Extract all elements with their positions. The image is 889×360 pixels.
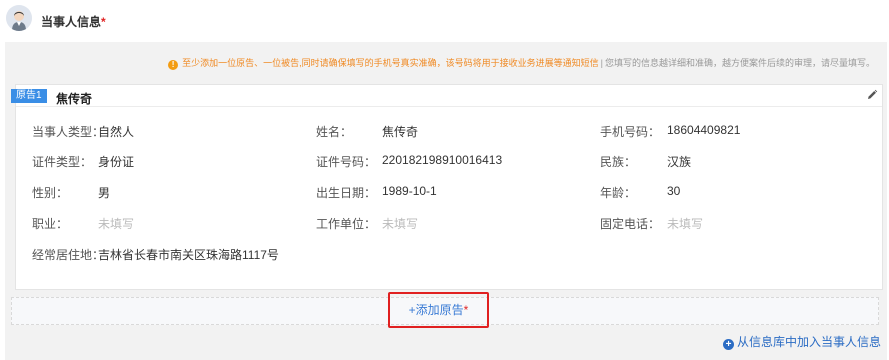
section-title: 当事人信息* [41, 13, 106, 30]
required-mark: * [101, 15, 106, 29]
section-title-text: 当事人信息 [41, 15, 102, 29]
add-plaintiff-required-mark: * [463, 303, 469, 317]
phone-value: 18604409821 [667, 123, 741, 137]
ethnicity-label: 民族： [600, 155, 637, 169]
name-label: 姓名： [316, 125, 353, 139]
notice-warning-text: 至少添加一位原告、一位被告,同时请确保填写的手机号真实准确，该号码将用于接收业务… [182, 58, 599, 68]
add-from-library-label: 从信息库中加入当事人信息 [736, 335, 881, 349]
section-header: 当事人信息* [0, 0, 889, 42]
party-type-value: 自然人 [98, 125, 135, 139]
warning-icon: ! [168, 60, 179, 70]
id-type-value: 身份证 [98, 155, 135, 169]
add-plaintiff-button[interactable]: +添加原告* [388, 292, 489, 328]
plus-circle-icon: + [722, 339, 734, 350]
add-from-library-link[interactable]: + 从信息库中加入当事人信息 [722, 333, 881, 350]
occupation-value: 未填写 [98, 217, 135, 231]
id-number-label: 证件号码： [316, 155, 377, 169]
occupation-label: 职业： [32, 217, 69, 231]
address-label: 经常居住地： [32, 248, 105, 262]
gender-value: 男 [98, 186, 111, 200]
gender-label: 性别： [32, 186, 69, 200]
birth-date-value: 1989-10-1 [382, 184, 437, 198]
id-type-label: 证件类型： [32, 155, 93, 169]
phone-label: 手机号码： [600, 125, 661, 139]
employer-value: 未填写 [382, 217, 419, 231]
age-value: 30 [667, 184, 681, 198]
birth-date-label: 出生日期： [316, 186, 377, 200]
notice-separator: | [600, 58, 603, 68]
edit-pencil-icon[interactable] [866, 89, 878, 101]
ethnicity-value: 汉族 [667, 155, 692, 169]
id-number-value: 220182198910016413 [382, 153, 503, 167]
landline-label: 固定电话： [600, 217, 661, 231]
party-card-header: 原告1 焦传奇 [11, 85, 882, 107]
party-type-label: 当事人类型： [32, 125, 105, 139]
notice-info-text: 您填写的信息越详细和准确，越方便案件后续的审理，请尽量填写。 [604, 58, 875, 68]
age-label: 年龄： [600, 186, 637, 200]
landline-value: 未填写 [667, 217, 704, 231]
add-plaintiff-label: +添加原告 [408, 303, 464, 317]
party-name: 焦传奇 [56, 92, 93, 106]
user-avatar-icon [6, 5, 32, 31]
employer-label: 工作单位： [316, 217, 377, 231]
party-card: 原告1 焦传奇 当事人类型： 自然人 姓名： 焦传奇 手机号码： 1860440… [11, 84, 883, 290]
address-value: 吉林省长春市南关区珠海路1117号 [98, 248, 279, 262]
role-tag: 原告1 [11, 89, 47, 103]
notice-bar: ! 至少添加一位原告、一位被告,同时请确保填写的手机号真实准确，该号码将用于接收业… [168, 56, 875, 70]
name-value: 焦传奇 [382, 125, 419, 139]
